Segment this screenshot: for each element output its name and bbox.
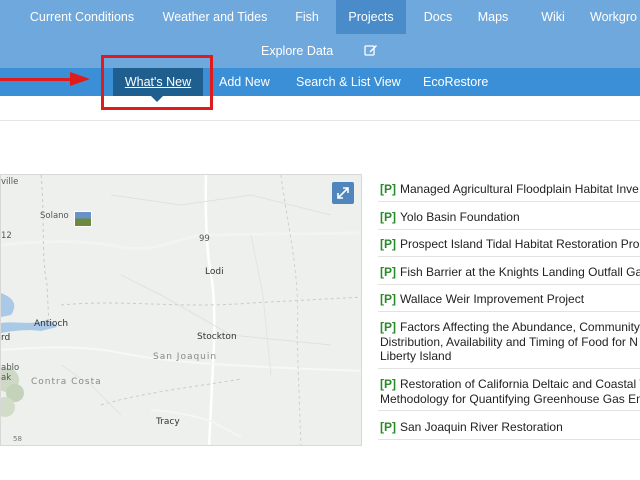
map-label-contra-costa: Contra Costa: [31, 377, 102, 387]
project-tag: [P]: [380, 237, 396, 251]
project-tag: [P]: [380, 420, 396, 434]
expand-arrows-icon[interactable]: [332, 182, 354, 204]
nav-maps[interactable]: Maps: [472, 0, 514, 34]
project-title[interactable]: Yolo Basin Foundation: [400, 210, 520, 224]
nav-fish[interactable]: Fish: [286, 0, 328, 34]
nav-weather-and-tides[interactable]: Weather and Tides: [152, 0, 278, 34]
content-divider: [0, 120, 640, 121]
map-label-rd: rd: [1, 333, 11, 343]
project-title-line-2[interactable]: Distribution, Availability and Timing of…: [380, 335, 640, 350]
nav-wiki[interactable]: Wiki: [532, 0, 574, 34]
project-title[interactable]: Managed Agricultural Floodplain Habitat …: [400, 182, 639, 196]
project-tag: [P]: [380, 182, 396, 196]
subnav-add-new[interactable]: Add New: [219, 68, 270, 96]
nav-current-conditions[interactable]: Current Conditions: [20, 0, 144, 34]
nav-docs[interactable]: Docs: [414, 0, 462, 34]
list-item[interactable]: [P] Fish Barrier at the Knights Landing O…: [378, 265, 640, 285]
list-item[interactable]: [P] Prospect Island Tidal Habitat Restora…: [378, 237, 640, 257]
map-label-ak: ak: [1, 373, 12, 383]
map-label-lodi: Lodi: [205, 267, 224, 277]
pencil-square-icon[interactable]: [364, 43, 378, 57]
map-label-san-joaquin: San Joaquin: [153, 352, 218, 362]
project-title-line-2[interactable]: Methodology for Quantifying Greenhouse G…: [380, 392, 640, 407]
annotation-arrow-head: [70, 72, 90, 86]
project-tag: [P]: [380, 320, 396, 334]
list-item[interactable]: [P] Managed Agricultural Floodplain Habit…: [378, 182, 640, 202]
subnav-ecorestore[interactable]: EcoRestore: [423, 68, 488, 96]
nav-projects[interactable]: Projects: [336, 0, 406, 34]
map-label-ablo: ablo: [1, 363, 20, 373]
project-title-line-3[interactable]: Liberty Island: [380, 349, 640, 364]
project-tag: [P]: [380, 210, 396, 224]
list-item[interactable]: [P] Wallace Weir Improvement Project: [378, 292, 640, 312]
project-title[interactable]: Wallace Weir Improvement Project: [400, 292, 584, 306]
subnav-search-list-view[interactable]: Search & List View: [296, 68, 401, 96]
project-title[interactable]: Fish Barrier at the Knights Landing Outf…: [400, 265, 640, 279]
map-label-99: 99: [199, 234, 210, 244]
project-tag: [P]: [380, 292, 396, 306]
annotation-arrow-shaft: [0, 78, 72, 81]
nav-explore-data[interactable]: Explore Data: [261, 34, 333, 68]
map-project-marker[interactable]: [74, 211, 92, 227]
map-label-solano: Solano: [40, 211, 69, 221]
annotation-highlight-box: [101, 55, 213, 110]
project-title[interactable]: San Joaquin River Restoration: [400, 420, 563, 434]
project-title[interactable]: Factors Affecting the Abundance, Communi…: [400, 320, 640, 334]
project-tag: [P]: [380, 265, 396, 279]
main-navigation: Current Conditions Weather and Tides Fis…: [0, 0, 640, 68]
map-label-12: 12: [1, 231, 12, 241]
project-map[interactable]: ville Solano 12 99 Lodi Antioch rd Stock…: [0, 174, 362, 446]
list-item[interactable]: [P] San Joaquin River Restoration: [378, 420, 640, 440]
project-title[interactable]: Prospect Island Tidal Habitat Restoratio…: [400, 237, 639, 251]
map-label-ville: ville: [1, 177, 19, 187]
list-item[interactable]: [P] Factors Affecting the Abundance, Comm…: [378, 320, 640, 369]
map-label-antioch: Antioch: [34, 319, 69, 329]
project-tag: [P]: [380, 377, 396, 391]
list-item[interactable]: [P] Yolo Basin Foundation: [378, 210, 640, 230]
map-label-stockton: Stockton: [197, 332, 237, 342]
project-title[interactable]: Restoration of California Deltaic and Co…: [400, 377, 640, 391]
map-scale-label: 58: [13, 435, 22, 443]
nav-workgroups[interactable]: Workgro: [590, 0, 640, 34]
sub-navigation: Add New Search & List View EcoRestore: [0, 68, 640, 96]
map-label-tracy: Tracy: [156, 417, 180, 427]
list-item[interactable]: [P] Restoration of California Deltaic and…: [378, 377, 640, 411]
project-list: [P] Managed Agricultural Floodplain Habit…: [378, 174, 640, 444]
